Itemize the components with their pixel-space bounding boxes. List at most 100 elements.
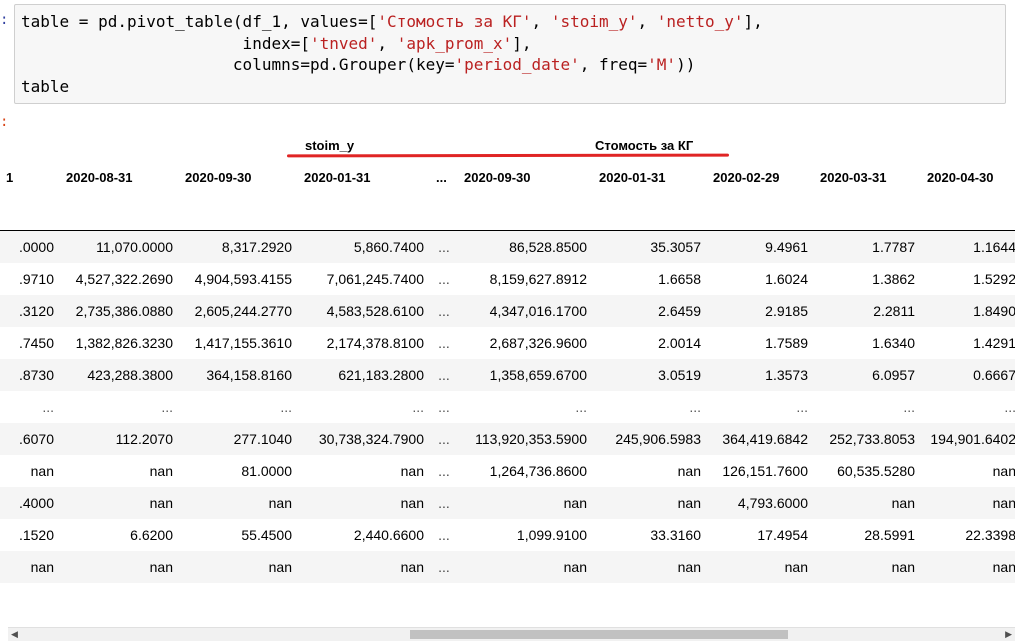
table-cell: 33.3160 — [650, 527, 701, 543]
table-cell: nan — [593, 551, 707, 583]
code-text: table = pd.pivot_table(df_1, values=[ — [21, 12, 378, 31]
column-header: 1 — [6, 169, 14, 185]
table-cell: 4,527,322.2690 — [75, 271, 173, 287]
table-cell: 126,151.7600 — [722, 463, 808, 479]
table-cell: nan — [0, 551, 60, 583]
table-cell: nan — [30, 463, 54, 479]
dataframe-output-table: 1 2020-08-31 2020-09-30 2020-01-31 ... 2… — [0, 160, 1022, 583]
table-cell: 9.4961 — [707, 230, 814, 263]
table-cell: 6.6200 — [130, 527, 173, 543]
table-cell: 4,347,016.1700 — [458, 295, 593, 327]
table-cell: 1.6024 — [765, 271, 808, 287]
column-header: 2020-02-29 — [713, 169, 780, 185]
column-header: 2020-08-31 — [66, 169, 133, 185]
table-cell: ... — [796, 399, 808, 415]
table-cell: ... — [689, 399, 701, 415]
table-cell: 2.6459 — [593, 295, 707, 327]
table-cell: nan — [400, 463, 424, 479]
table-cell: 1.6340 — [872, 335, 915, 351]
table-cell: 364,419.6842 — [707, 423, 814, 455]
table-cell: 2.9185 — [707, 295, 814, 327]
table-cell: 621,183.2800 — [298, 359, 430, 391]
code-text: index=[ — [21, 33, 310, 53]
scroll-right-icon[interactable]: ▶ — [1005, 629, 1012, 640]
table-cell: nan — [707, 551, 814, 583]
column-header: 2020-04-30 — [927, 169, 994, 185]
table-cell: 1.5292 — [973, 271, 1016, 287]
table-cell: 1.7589 — [765, 335, 808, 351]
table-cell: 1.8490 — [921, 295, 1022, 327]
code-line-4: table — [21, 76, 70, 96]
table-cell: nan — [60, 551, 179, 583]
code-string: 'period_date' — [454, 55, 580, 74]
code-cell[interactable]: table = pd.pivot_table(df_1, values=['Ст… — [14, 4, 1006, 104]
table-row: .7450 1,382,826.3230 1,417,155.3610 2,174,3… — [0, 327, 1022, 359]
table-cell: .6070 — [0, 423, 60, 455]
table-cell: 2,605,244.2770 — [179, 295, 298, 327]
column-header: 2020-09-30 — [464, 169, 531, 185]
column-header: 2020-01-31 — [304, 169, 371, 185]
group-label-cost: Стомость за КГ — [595, 138, 694, 153]
code-string: 'netto_y' — [656, 12, 744, 31]
table-cell: .4000 — [0, 487, 60, 519]
table-cell: 1,264,736.8600 — [489, 463, 587, 479]
table-cell: 1.1644 — [921, 230, 1022, 263]
table-cell: nan — [814, 487, 921, 519]
table-cell: .8730 — [0, 359, 60, 391]
table-row: .1520 6.6200 55.4500 2,440.6600... 1,099.910… — [0, 519, 1022, 551]
table-cell: 364,158.8160 — [179, 359, 298, 391]
table-cell: ... — [438, 335, 450, 351]
table-cell: 7,061,245.7400 — [326, 271, 424, 287]
table-cell: nan — [921, 487, 1022, 519]
table-cell: 17.4954 — [757, 527, 808, 543]
table-cell: 28.5991 — [864, 527, 915, 543]
table-cell: 1,099.9100 — [516, 527, 587, 543]
code-string: 'apk_prom_x' — [396, 33, 513, 53]
table-cell: ... — [280, 399, 292, 415]
table-row: .0000 11,070.0000 8,317.2920 5,860.7400... 8… — [0, 230, 1022, 263]
table-cell: ... — [903, 399, 915, 415]
table-cell: 8,317.2920 — [179, 230, 298, 263]
table-cell: 1.3862 — [872, 271, 915, 287]
code-string: 'M' — [647, 55, 677, 74]
scrollbar-thumb[interactable] — [410, 630, 788, 639]
table-cell: 55.4500 — [241, 527, 292, 543]
table-row: .............................. — [0, 391, 1022, 423]
code-line-3: columns=pd.Grouper(key='period_date', fr… — [21, 55, 696, 74]
table-cell: ... — [575, 399, 587, 415]
horizontal-scrollbar[interactable]: ◀ ▶ — [8, 627, 1015, 641]
table-cell: 35.3057 — [593, 230, 707, 263]
table-cell: 3.0519 — [593, 359, 707, 391]
column-header: 2020-09-30 — [185, 169, 252, 185]
table-cell: 2.2811 — [814, 295, 921, 327]
table-cell: ... — [430, 359, 458, 391]
table-cell: 1.7787 — [814, 230, 921, 263]
code-string: 'stoim_y' — [550, 12, 638, 31]
table-cell: 1,417,155.3610 — [194, 335, 292, 351]
table-cell: nan — [458, 487, 593, 519]
table-cell: ... — [430, 551, 458, 583]
table-body: .0000 11,070.0000 8,317.2920 5,860.7400... 8… — [0, 230, 1022, 583]
column-header: 2020-03-31 — [820, 169, 887, 185]
table-cell: nan — [298, 551, 430, 583]
column-header: 2020-01-31 — [599, 169, 666, 185]
scroll-left-icon[interactable]: ◀ — [11, 629, 18, 640]
vertical-scrollbar[interactable] — [1015, 0, 1026, 640]
code-line-1: table = pd.pivot_table(df_1, values=['Ст… — [21, 12, 763, 31]
table-cell: nan — [593, 487, 707, 519]
table-cell: 22.3398 — [965, 527, 1016, 543]
table-cell: ... — [438, 399, 450, 415]
table-cell: 4,904,593.4155 — [194, 271, 292, 287]
code-text: columns=pd.Grouper(key= — [21, 55, 455, 74]
table-cell: 1.3573 — [707, 359, 814, 391]
table-cell: 11,070.0000 — [60, 230, 179, 263]
table-cell: 194,901.6402 — [921, 423, 1022, 455]
table-cell: 60,535.5280 — [837, 463, 915, 479]
index-header-row — [0, 194, 1022, 231]
table-header-row: 1 2020-08-31 2020-09-30 2020-01-31 ... 2… — [0, 160, 1022, 194]
code-string: 'Стомость за КГ' — [377, 12, 532, 31]
table-cell: 252,733.8053 — [814, 423, 921, 455]
table-cell: 0.6667 — [921, 359, 1022, 391]
table-cell: ... — [412, 399, 424, 415]
table-cell: ... — [438, 271, 450, 287]
